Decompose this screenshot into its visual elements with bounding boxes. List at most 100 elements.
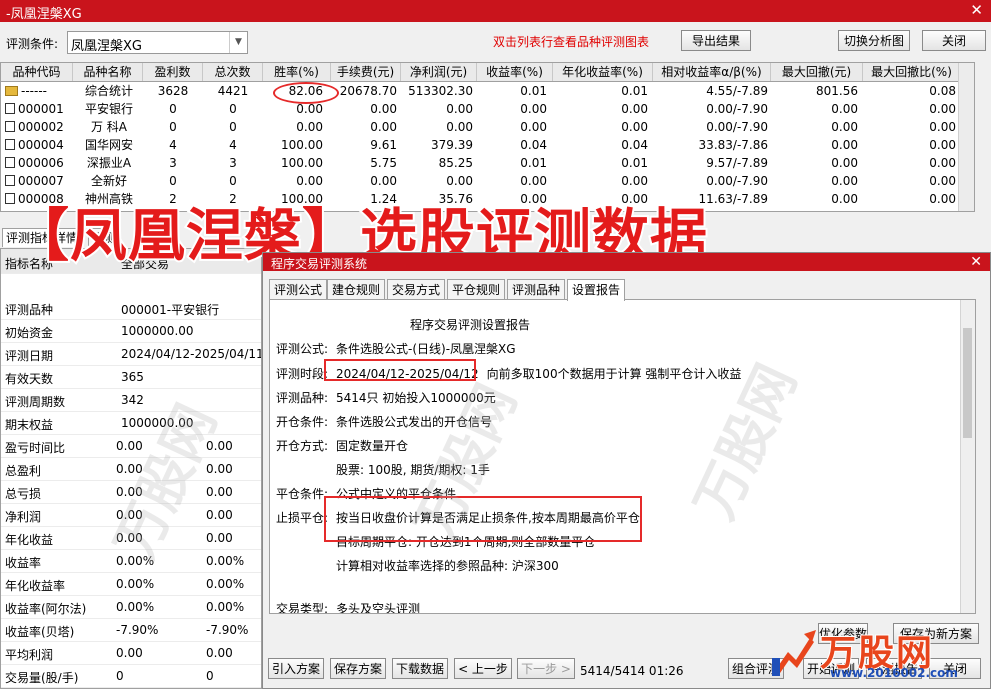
indicator-row: 初始资金 1000000.00 xyxy=(1,320,261,343)
tab-close-rules[interactable]: 平仓规则 xyxy=(447,279,506,300)
cell-text: 国华网安 xyxy=(84,138,133,152)
col-header[interactable]: 盈利数 xyxy=(143,63,203,81)
checkbox[interactable] xyxy=(5,157,15,168)
col-header[interactable]: 品种代码 xyxy=(1,63,73,81)
cell-text: 0.00/-7.90 xyxy=(706,174,768,188)
table-cell-ret: 0.00 xyxy=(477,118,547,136)
download-data-button[interactable]: 下载数据 xyxy=(392,658,448,679)
cell-text: 0.00/-7.90 xyxy=(706,102,768,116)
cell-text: 平安银行 xyxy=(84,102,133,116)
table-cell-total: 0 xyxy=(203,172,263,190)
report-line: 开仓方式: 固定数量开仓 xyxy=(276,437,408,454)
col-header[interactable]: 最大回撤比(%) xyxy=(863,63,961,81)
tab-settings-report[interactable]: 设置报告 xyxy=(567,279,626,301)
prev-step-button[interactable]: < 上一步 xyxy=(454,658,512,679)
cell-text: 0.00 xyxy=(929,156,956,170)
indicator-value-long: 0.00% xyxy=(206,600,245,614)
cell-text: 0.00 xyxy=(296,102,323,116)
col-header[interactable]: 最大回撤(元) xyxy=(771,63,863,81)
indicator-value-long: 0.00 xyxy=(206,508,233,522)
table-row[interactable]: 000001 平安银行 0 0 0.00 0.00 0.00 0.00 0.00 0.00/-7.… xyxy=(1,100,974,118)
next-step-button[interactable]: 下一步 > xyxy=(517,658,575,679)
table-cell-rel: 33.83/-7.86 xyxy=(653,136,768,154)
table-row[interactable]: 000007 全新好 0 0 0.00 0.00 0.00 0.00 0.00 0.00/-7.9… xyxy=(1,172,974,190)
table-cell-ret: 0.00 xyxy=(477,172,547,190)
cell-text: 0.00 xyxy=(929,192,956,206)
winrate-highlight-ellipse xyxy=(273,82,339,104)
report-scrollbar[interactable] xyxy=(960,300,975,613)
cell-text: 000007 xyxy=(18,174,64,188)
col-header[interactable]: 相对收益率α/β(%) xyxy=(653,63,771,81)
table-cell-total: 3 xyxy=(203,154,263,172)
col-header[interactable]: 手续费(元) xyxy=(331,63,401,81)
cell-text: 000001 xyxy=(18,102,64,116)
cell-text: 0.04 xyxy=(520,138,547,152)
col-header[interactable]: 总次数 xyxy=(203,63,263,81)
table-cell-rate: 0.00 xyxy=(263,118,323,136)
cell-text: 801.56 xyxy=(816,84,858,98)
table-cell-rel: 4.55/-7.89 xyxy=(653,82,768,100)
table-row[interactable]: 000002 万 科A 0 0 0.00 0.00 0.00 0.00 0.00 0.00/-7.… xyxy=(1,118,974,136)
dialog-close-icon[interactable]: ✕ xyxy=(970,254,982,270)
checkbox[interactable] xyxy=(5,103,15,114)
cell-text: 0.08 xyxy=(929,84,956,98)
checkbox[interactable] xyxy=(5,175,15,186)
progress-status: 5414/5414 01:26 xyxy=(580,664,684,678)
table-cell-annual: 0.01 xyxy=(553,154,648,172)
cell-text: 20678.70 xyxy=(339,84,397,98)
col-header[interactable]: 年化收益率(%) xyxy=(553,63,653,81)
cell-text: 0.00 xyxy=(929,120,956,134)
tab-trade-mode[interactable]: 交易方式 xyxy=(387,279,446,300)
condition-select[interactable]: 凤凰涅槃XG ▼ xyxy=(67,31,248,54)
table-scrollbar[interactable] xyxy=(958,63,974,211)
indicator-value-all: 000001-平安银行 xyxy=(121,303,220,317)
indicator-value-all: 2024/04/12-2025/04/11 xyxy=(121,347,262,361)
table-cell-dd: 0.00 xyxy=(771,190,858,208)
cell-text: 0.00 xyxy=(831,156,858,170)
import-plan-button[interactable]: 引入方案 xyxy=(268,658,324,679)
tab-instruments[interactable]: 评测品种 xyxy=(507,279,566,300)
cell-text: 全新好 xyxy=(90,174,127,188)
col-header[interactable]: 净利润(元) xyxy=(401,63,477,81)
table-cell-rate: 0.00 xyxy=(263,172,323,190)
switch-chart-button[interactable]: 切换分析图 xyxy=(838,30,910,51)
scroll-thumb[interactable] xyxy=(963,328,972,438)
table-cell-code: 000004 xyxy=(5,136,73,154)
table-cell-ddr: 0.00 xyxy=(863,118,956,136)
table-cell-net: 379.39 xyxy=(401,136,473,154)
table-row[interactable]: 000006 深振业A 3 3 100.00 5.75 85.25 0.01 0.01 9.57/… xyxy=(1,154,974,172)
col-header[interactable]: 胜率(%) xyxy=(263,63,331,81)
indicator-value-all: 1000000.00 xyxy=(121,324,194,338)
checkbox[interactable] xyxy=(5,121,15,132)
checkbox[interactable] xyxy=(5,139,15,150)
tab-open-rules[interactable]: 建仓规则 xyxy=(327,279,386,300)
cell-text: 33.83/-7.86 xyxy=(698,138,768,152)
close-icon[interactable]: ✕ xyxy=(970,1,983,19)
table-cell-name: 全新好 xyxy=(79,172,139,190)
indicator-value-long: 0.00 xyxy=(206,531,233,545)
report-title: 程序交易评测设置报告 xyxy=(409,318,530,332)
export-button[interactable]: 导出结果 xyxy=(681,30,751,51)
table-cell-name: 平安银行 xyxy=(79,100,139,118)
indicator-label: 年化收益率 xyxy=(5,579,66,593)
col-header[interactable]: 品种名称 xyxy=(73,63,143,81)
indicator-label: 净利润 xyxy=(5,510,42,524)
cell-text: 0 xyxy=(229,102,237,116)
cell-text: 11.63/-7.89 xyxy=(698,192,768,206)
brand-logo: 万股网 www.2016002.com xyxy=(770,622,984,684)
report-value: 多头及空头评测 xyxy=(336,602,421,614)
table-cell-ddr: 0.00 xyxy=(863,100,956,118)
cell-text: 3 xyxy=(169,156,177,170)
col-header[interactable]: 收益率(%) xyxy=(477,63,553,81)
tab-formula[interactable]: 评测公式 xyxy=(269,279,328,300)
indicator-value-all: 365 xyxy=(121,370,144,384)
table-row[interactable]: ------ 综合统计 3628 4421 82.06 20678.70 513302.30… xyxy=(1,82,974,100)
chevron-down-icon[interactable]: ▼ xyxy=(229,32,247,53)
table-row[interactable]: 000004 国华网安 4 4 100.00 9.61 379.39 0.04 0.04 33.8… xyxy=(1,136,974,154)
save-plan-button[interactable]: 保存方案 xyxy=(330,658,386,679)
table-cell-code: 000001 xyxy=(5,100,73,118)
indicator-label: 评测日期 xyxy=(5,349,54,363)
window-titlebar: -凤凰涅槃XG ✕ xyxy=(0,0,991,22)
close-button[interactable]: 关闭 xyxy=(922,30,986,51)
cell-text: 0.04 xyxy=(621,138,648,152)
